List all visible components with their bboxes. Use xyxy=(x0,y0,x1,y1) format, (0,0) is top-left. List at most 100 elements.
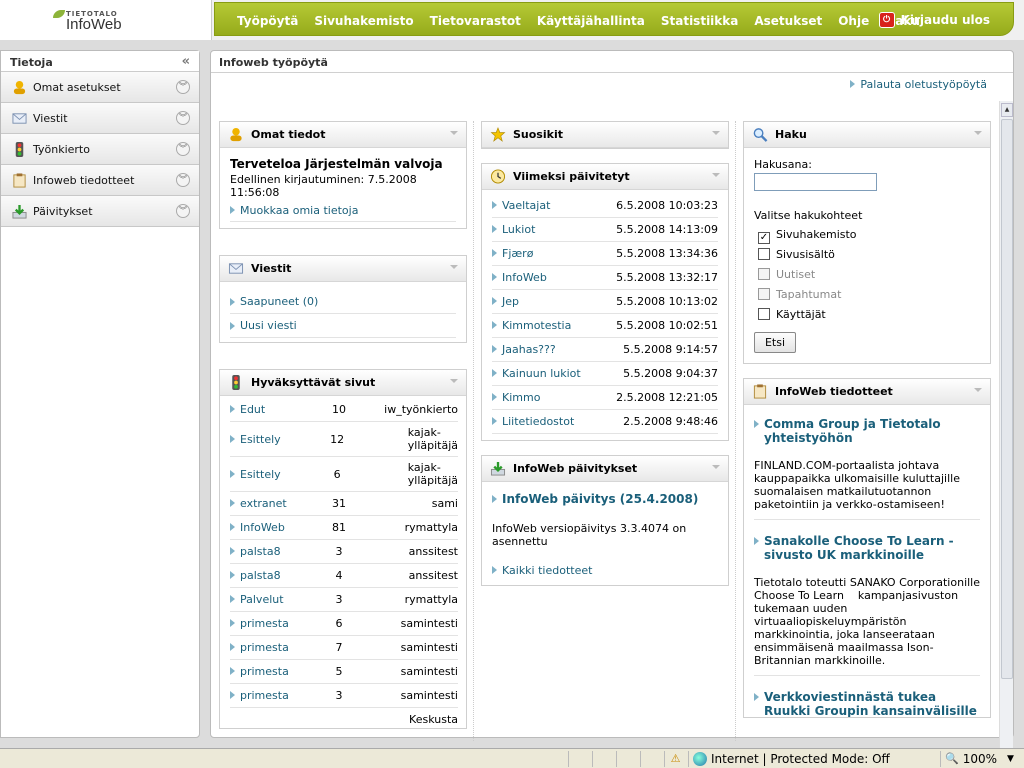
chevron-down-icon[interactable]: ▼ xyxy=(1007,754,1014,764)
count-cell: 3 xyxy=(335,545,343,558)
page-name-cell[interactable]: Palvelut xyxy=(230,593,318,606)
checkbox[interactable] xyxy=(758,248,770,260)
nav-sivuhakemisto[interactable]: Sivuhakemisto xyxy=(314,14,413,28)
sidebar-item-infoweb-tiedotteet[interactable]: Infoweb tiedotteet ︾ xyxy=(1,165,199,196)
table-row[interactable]: Esittely 6 kajak-ylläpitäjä xyxy=(230,457,458,492)
search-option[interactable]: ✓ Sivuhakemisto xyxy=(754,228,980,244)
recent-name-cell[interactable]: Jaahas??? xyxy=(492,343,623,356)
list-item[interactable]: Kainuun lukiot 5.5.2008 9:04:37 xyxy=(492,362,718,386)
sidebar-item-viestit[interactable]: Viestit ︾ xyxy=(1,103,199,134)
page-name-cell[interactable]: primesta xyxy=(230,665,318,678)
list-item[interactable]: Jep 5.5.2008 10:13:02 xyxy=(492,290,718,314)
table-row[interactable]: primesta 5 samintesti xyxy=(230,660,458,684)
recent-name-cell[interactable]: Kainuun lukiot xyxy=(492,367,623,380)
expand-icon[interactable]: ︾ xyxy=(176,173,190,187)
scroll-thumb[interactable] xyxy=(1001,119,1013,679)
search-option[interactable]: Käyttäjät xyxy=(754,308,980,322)
sidebar-item-tyonkierto[interactable]: Työnkierto ︾ xyxy=(1,134,199,165)
list-item[interactable]: Liitetiedostot 2.5.2008 9:48:46 xyxy=(492,410,718,434)
collapse-sidebar-icon[interactable]: « xyxy=(182,54,190,69)
portlet-menu-icon[interactable] xyxy=(974,388,982,392)
expand-icon[interactable]: ︾ xyxy=(176,80,190,94)
portlet-menu-icon[interactable] xyxy=(712,173,720,177)
table-row[interactable]: Palvelut 3 rymattyla xyxy=(230,588,458,612)
page-name-cell[interactable]: primesta xyxy=(230,617,318,630)
portlet-menu-icon[interactable] xyxy=(450,379,458,383)
page-name-cell[interactable]: primesta xyxy=(230,641,318,654)
portlet-viimeksi-paivitetyt: Viimeksi päivitetyt Vaeltajat 6.5.2008 10… xyxy=(481,163,729,441)
nav-ohje[interactable]: Ohje xyxy=(838,14,869,28)
news-headline-link[interactable]: Sanakolle Choose To Learn -sivusto UK ma… xyxy=(754,534,980,562)
nav-statistiikka[interactable]: Statistiikka xyxy=(661,14,739,28)
search-option[interactable]: Tapahtumat xyxy=(754,288,980,302)
expand-icon[interactable]: ︾ xyxy=(176,111,190,125)
table-row[interactable]: Esittely 12 kajak-ylläpitäjä xyxy=(230,422,458,457)
nav-tietovarastot[interactable]: Tietovarastot xyxy=(430,14,521,28)
list-item[interactable]: Vaeltajat 6.5.2008 10:03:23 xyxy=(492,194,718,218)
page-name-cell[interactable]: primesta xyxy=(230,689,318,702)
portlet-menu-icon[interactable] xyxy=(712,465,720,469)
recent-name-cell[interactable]: Vaeltajat xyxy=(492,199,616,212)
portlet-menu-icon[interactable] xyxy=(712,131,720,135)
search-input[interactable] xyxy=(754,173,877,191)
list-item[interactable]: Kimmotestia 5.5.2008 10:02:51 xyxy=(492,314,718,338)
news-headline-link[interactable]: Verkkoviestinnästä tukea Ruukki Groupin … xyxy=(754,690,980,717)
list-item[interactable]: Jaahas??? 5.5.2008 9:14:57 xyxy=(492,338,718,362)
nav-asetukset[interactable]: Asetukset xyxy=(754,14,822,28)
scroll-up-icon[interactable]: ▲ xyxy=(1001,103,1013,117)
table-row[interactable]: palsta8 3 anssitest xyxy=(230,540,458,564)
list-item[interactable]: Fjærø 5.5.2008 13:34:36 xyxy=(492,242,718,266)
checkbox[interactable]: ✓ xyxy=(758,232,770,244)
page-name-cell[interactable]: Esittely xyxy=(230,468,316,481)
portlet-menu-icon[interactable] xyxy=(450,131,458,135)
page-name-cell[interactable]: Esittely xyxy=(230,433,316,446)
reset-desktop-link[interactable]: Palauta oletustyöpöytä xyxy=(850,78,987,91)
table-row[interactable]: Edut 10 iw_työnkierto xyxy=(230,398,458,422)
portlet-title: Hyväksyttävät sivut xyxy=(251,376,376,389)
table-row[interactable]: Keskusta xyxy=(230,708,458,728)
edit-profile-link[interactable]: Muokkaa omia tietoja xyxy=(230,204,456,222)
table-row[interactable]: primesta 7 samintesti xyxy=(230,636,458,660)
sidebar-item-omat-asetukset[interactable]: Omat asetukset ︾ xyxy=(1,72,199,103)
sidebar-item-paivitykset[interactable]: Päivitykset ︾ xyxy=(1,196,199,227)
expand-icon[interactable]: ︾ xyxy=(176,142,190,156)
news-headline-link[interactable]: Comma Group ja Tietotalo yhteistyöhön xyxy=(754,417,980,445)
list-item[interactable]: Kimmo 2.5.2008 12:21:05 xyxy=(492,386,718,410)
portlet-menu-icon[interactable] xyxy=(450,265,458,269)
table-row[interactable]: palsta8 4 anssitest xyxy=(230,564,458,588)
page-name-cell[interactable]: palsta8 xyxy=(230,569,318,582)
all-bulletins-link[interactable]: Kaikki tiedotteet xyxy=(492,564,718,577)
list-item[interactable]: Lukiot 5.5.2008 14:13:09 xyxy=(492,218,718,242)
recent-name-cell[interactable]: InfoWeb xyxy=(492,271,616,284)
recent-name-cell[interactable]: Lukiot xyxy=(492,223,616,236)
list-item[interactable]: InfoWeb 5.5.2008 13:32:17 xyxy=(492,266,718,290)
main-scrollbar[interactable]: ▲ ▼ xyxy=(999,101,1013,768)
table-row[interactable]: primesta 3 samintesti xyxy=(230,684,458,708)
new-message-link[interactable]: Uusi viesti xyxy=(230,314,456,338)
search-option[interactable]: Sivusisältö xyxy=(754,248,980,262)
table-row[interactable]: extranet 31 sami xyxy=(230,492,458,516)
page-name-cell[interactable]: Edut xyxy=(230,403,318,416)
page-name-cell[interactable]: InfoWeb xyxy=(230,521,318,534)
nav-tyopoyta[interactable]: Työpöytä xyxy=(237,14,298,28)
checkbox[interactable] xyxy=(758,308,770,320)
portlet-menu-icon[interactable] xyxy=(974,131,982,135)
recent-name-cell[interactable]: Kimmotestia xyxy=(492,319,616,332)
page-name-cell[interactable]: extranet xyxy=(230,497,318,510)
recent-name-cell[interactable]: Jep xyxy=(492,295,616,308)
zoom-control[interactable]: 🔍 100% ▼ xyxy=(940,750,1024,767)
table-row[interactable]: primesta 6 samintesti xyxy=(230,612,458,636)
recent-name-cell[interactable]: Fjærø xyxy=(492,247,616,260)
update-headline-link[interactable]: InfoWeb päivitys (25.4.2008) xyxy=(492,492,718,506)
inbox-link[interactable]: Saapuneet (0) xyxy=(230,290,456,314)
zone-segment[interactable]: Internet | Protected Mode: Off xyxy=(688,750,938,767)
recent-name-cell[interactable]: Kimmo xyxy=(492,391,616,404)
recent-name-cell[interactable]: Liitetiedostot xyxy=(492,415,623,428)
table-row[interactable]: InfoWeb 81 rymattyla xyxy=(230,516,458,540)
expand-icon[interactable]: ︾ xyxy=(176,204,190,218)
search-option[interactable]: Uutiset xyxy=(754,268,980,282)
search-button[interactable]: Etsi xyxy=(754,332,796,353)
logout-button[interactable]: ⏻ Kirjaudu ulos xyxy=(878,12,990,28)
nav-kayttajahallinta[interactable]: Käyttäjähallinta xyxy=(537,14,645,28)
page-name-cell[interactable]: palsta8 xyxy=(230,545,318,558)
